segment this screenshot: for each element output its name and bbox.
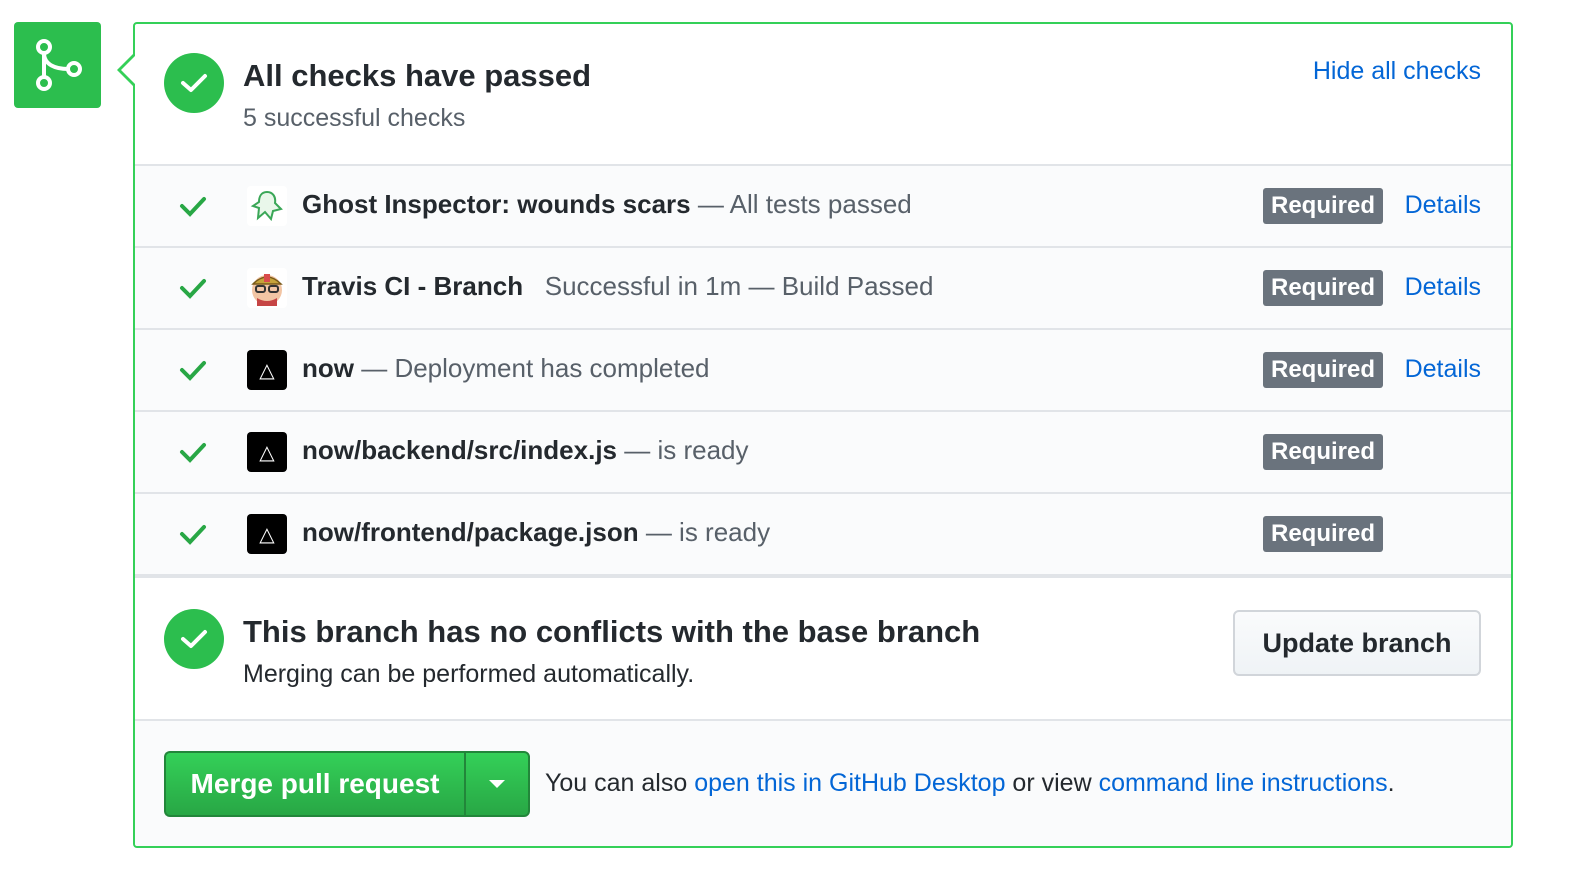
success-check-icon [164, 53, 224, 113]
travis-ci-icon [247, 268, 287, 308]
details-link[interactable]: Details [1405, 191, 1481, 220]
checks-summary: All checks have passed 5 successful chec… [135, 24, 1511, 166]
required-badge: Required [1263, 434, 1384, 470]
check-description: Successful in 1m — Build Passed [523, 271, 934, 301]
check-description: — Deployment has completed [354, 353, 710, 383]
check-row: △ now — Deployment has completed Require… [135, 330, 1511, 412]
details-link[interactable]: Details [1405, 273, 1481, 302]
required-badge: Required [1263, 516, 1384, 552]
now-icon: △ [247, 350, 287, 390]
required-badge: Required [1263, 352, 1384, 388]
merge-options-dropdown[interactable] [464, 751, 530, 817]
hint-text: . [1387, 769, 1395, 797]
checks-list: Ghost Inspector: wounds scars — All test… [135, 166, 1511, 578]
check-name: now/frontend/package.json [302, 517, 639, 547]
check-row: Travis CI - Branch Successful in 1m — Bu… [135, 248, 1511, 330]
conflicts-section: This branch has no conflicts with the ba… [135, 579, 1511, 721]
merge-button-group: Merge pull request [164, 751, 530, 817]
checks-title: All checks have passed [243, 58, 592, 93]
conflicts-title: This branch has no conflicts with the ba… [243, 614, 981, 649]
check-row: Ghost Inspector: wounds scars — All test… [135, 166, 1511, 248]
git-merge-icon-box [14, 22, 101, 108]
success-check-icon [164, 609, 224, 669]
required-badge: Required [1263, 188, 1384, 224]
merge-hint: You can also open this in GitHub Desktop… [545, 769, 1395, 798]
required-badge: Required [1263, 270, 1384, 306]
check-description: — is ready [617, 435, 749, 465]
merge-footer: Merge pull request You can also open thi… [135, 721, 1511, 846]
merge-status-panel: All checks have passed 5 successful chec… [117, 22, 1513, 848]
check-icon [180, 525, 206, 545]
update-branch-button[interactable]: Update branch [1233, 610, 1481, 676]
git-merge-icon [35, 39, 82, 91]
check-name: now [302, 353, 354, 383]
check-name: Travis CI - Branch [302, 271, 524, 301]
check-row: △ now/frontend/package.json — is ready R… [135, 494, 1511, 578]
now-icon: △ [247, 432, 287, 472]
check-icon [180, 443, 206, 463]
check-row: △ now/backend/src/index.js — is ready Re… [135, 412, 1511, 494]
conflicts-subtitle: Merging can be performed automatically. [243, 660, 695, 688]
open-in-github-desktop-link[interactable]: open this in GitHub Desktop [694, 769, 1005, 797]
check-icon [180, 279, 206, 299]
now-icon: △ [247, 514, 287, 554]
details-link[interactable]: Details [1405, 355, 1481, 384]
check-description: — All tests passed [690, 189, 912, 219]
merge-pull-request-button[interactable]: Merge pull request [164, 751, 464, 817]
command-line-instructions-link[interactable]: command line instructions [1099, 769, 1388, 797]
caret-down-icon [489, 780, 505, 788]
hide-all-checks-link[interactable]: Hide all checks [1313, 57, 1481, 86]
check-description: — is ready [638, 517, 771, 547]
check-name: Ghost Inspector: wounds scars [302, 189, 691, 219]
check-icon [180, 361, 206, 381]
hint-text: or view [1005, 769, 1099, 797]
check-icon [180, 197, 206, 217]
check-name: now/backend/src/index.js [302, 435, 617, 465]
hint-text: You can also [545, 769, 695, 797]
ghost-inspector-icon [247, 186, 287, 226]
checks-subtitle: 5 successful checks [243, 104, 466, 132]
